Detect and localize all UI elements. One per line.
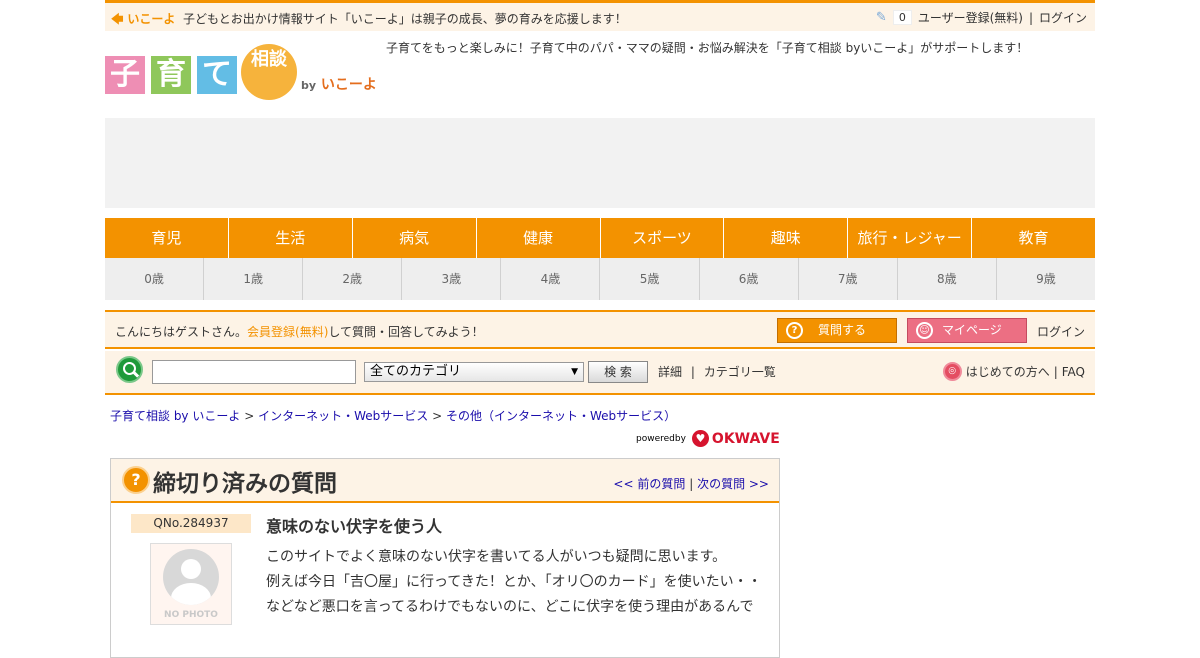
breadcrumb-item[interactable]: その他（インターネット・Webサービス）	[446, 409, 676, 423]
powered-by[interactable]: poweredby ♥ OKWAVE	[636, 430, 780, 447]
search-links: 詳細 | カテゴリ一覧	[658, 363, 776, 380]
category-item[interactable]: スポーツ	[601, 218, 725, 258]
age-item[interactable]: 6歳	[700, 258, 799, 300]
category-nav: 育児 生活 病気 健康 スポーツ 趣味 旅行・レジャー 教育	[105, 218, 1095, 258]
help-links: ◎ はじめての方へ | FAQ	[942, 362, 1085, 381]
ikoyo-brand-label: いこーよ	[127, 12, 176, 26]
paperclip-icon[interactable]: ✎	[876, 10, 887, 25]
age-item[interactable]: 9歳	[997, 258, 1095, 300]
question-icon: ?	[786, 322, 803, 339]
category-item[interactable]: 生活	[229, 218, 353, 258]
question-panel: ? 締切り済みの質問 << 前の質問 | 次の質問 >> QNo.284937 …	[110, 458, 780, 658]
age-nav: 0歳 1歳 2歳 3歳 4歳 5歳 6歳 7歳 8歳 9歳	[105, 258, 1095, 300]
next-question-link[interactable]: 次の質問 >>	[697, 477, 769, 491]
question-title: 意味のない伏字を使う人	[266, 517, 443, 536]
category-item[interactable]: 育児	[105, 218, 229, 258]
site-tagline: 子どもとお出かけ情報サイト「いこーよ」は親子の成長、夢の育みを応援します！	[183, 12, 627, 26]
avatar: NO PHOTO	[150, 543, 232, 625]
age-item[interactable]: 2歳	[303, 258, 403, 300]
header-message: 子育てをもっと楽しみに！子育て中のパパ・ママの疑問・お悩み解決を「子育て相談 b…	[386, 41, 1029, 55]
heart-icon: ♥	[691, 430, 709, 447]
search-input[interactable]	[152, 360, 356, 384]
category-item[interactable]: 病気	[353, 218, 477, 258]
top-bar: 🡄 いこーよ 子どもとお出かけ情報サイト「いこーよ」は親子の成長、夢の育みを応援し…	[105, 0, 1095, 31]
category-item[interactable]: 健康	[477, 218, 601, 258]
age-item[interactable]: 5歳	[600, 258, 700, 300]
search-bar: 全てのカテゴリ ▼ 検 索 詳細 | カテゴリ一覧 ◎ はじめての方へ | FAQ	[105, 351, 1095, 395]
logo-circle: 相談	[241, 44, 297, 100]
no-photo-label: NO PHOTO	[164, 610, 218, 620]
arrow-left-icon: 🡄	[111, 12, 124, 26]
first-time-link[interactable]: はじめての方へ	[966, 363, 1050, 380]
breadcrumb-item[interactable]: インターネット・Webサービス	[258, 409, 428, 423]
member-register-link[interactable]: 会員登録(無料)	[247, 325, 328, 339]
ikoyo-home-link[interactable]: 🡄 いこーよ	[111, 10, 175, 31]
prev-question-link[interactable]: << 前の質問	[613, 477, 685, 491]
search-button[interactable]: 検 索	[588, 361, 648, 383]
detail-search-link[interactable]: 詳細	[658, 365, 682, 379]
guest-bar: こんにちはゲストさん。会員登録(無料)して質問・回答してみよう！ ? 質問する …	[105, 310, 1095, 349]
guest-greeting: こんにちはゲストさん。会員登録(無料)して質問・回答してみよう！	[115, 325, 484, 339]
category-item[interactable]: 教育	[972, 218, 1095, 258]
category-item[interactable]: 旅行・レジャー	[848, 218, 973, 258]
okwave-logo: ♥ OKWAVE	[691, 430, 780, 447]
logo-by: by いこーよ	[301, 77, 377, 93]
ask-question-button[interactable]: ? 質問する	[777, 318, 897, 343]
age-item[interactable]: 0歳	[105, 258, 205, 300]
faq-link[interactable]: FAQ	[1062, 365, 1085, 379]
beginner-icon: ◎	[942, 362, 962, 381]
separator: |	[1028, 10, 1033, 25]
category-item[interactable]: 趣味	[724, 218, 849, 258]
breadcrumb-item[interactable]: 子育て相談 by いこーよ	[110, 409, 240, 423]
dropdown-arrow-icon: ▼	[571, 367, 578, 377]
guest-login-link[interactable]: ログイン	[1037, 323, 1085, 340]
question-body-line: このサイトでよく意味のない伏字を書いてる人がいつも疑問に思います。	[266, 549, 727, 565]
question-body-line: 例えば今日「吉〇屋」に行ってきた！とか、「オリ〇のカード」を使いたい・・	[266, 574, 762, 590]
logo-char-3: て	[197, 56, 237, 94]
top-right-links: ✎ 0 ユーザー登録(無料) | ログイン	[876, 9, 1087, 26]
panel-title: 締切り済みの質問	[153, 471, 337, 497]
age-item[interactable]: 8歳	[898, 258, 997, 300]
separator: |	[690, 365, 695, 379]
ad-banner-area	[105, 118, 1095, 208]
logo-char-1: 子	[105, 56, 145, 94]
question-number: QNo.284937	[131, 514, 251, 533]
site-logo[interactable]: 子 育 て 相談 by いこーよ	[105, 44, 387, 100]
mypage-button[interactable]: ☺ マイページ	[907, 318, 1027, 343]
age-item[interactable]: 7歳	[799, 258, 898, 300]
age-item[interactable]: 1歳	[204, 258, 304, 300]
question-mark-icon: ?	[122, 466, 150, 494]
category-select[interactable]: 全てのカテゴリ ▼	[364, 362, 584, 382]
category-list-link[interactable]: カテゴリ一覧	[704, 365, 776, 379]
person-icon	[163, 549, 219, 605]
register-link[interactable]: ユーザー登録(無料)	[918, 9, 1023, 26]
top-login-link[interactable]: ログイン	[1039, 9, 1087, 26]
face-icon: ☺	[916, 322, 933, 339]
clip-count: 0	[892, 10, 912, 25]
logo-char-2: 育	[151, 56, 191, 94]
question-body-line: などなど悪口を言ってるわけでもないのに、どこに伏字を使う理由があるんで	[266, 599, 754, 615]
age-item[interactable]: 3歳	[402, 258, 502, 300]
question-nav: << 前の質問 | 次の質問 >>	[613, 477, 769, 491]
search-icon	[116, 356, 143, 383]
question-body: このサイトでよく意味のない伏字を書いてる人がいつも疑問に思います。 例えば今日「…	[266, 545, 766, 620]
question-panel-header: ? 締切り済みの質問 << 前の質問 | 次の質問 >>	[111, 459, 779, 503]
age-item[interactable]: 4歳	[501, 258, 601, 300]
powered-by-label: poweredby	[636, 433, 686, 444]
breadcrumb: 子育て相談 by いこーよ > インターネット・Webサービス > その他（イン…	[110, 409, 677, 423]
